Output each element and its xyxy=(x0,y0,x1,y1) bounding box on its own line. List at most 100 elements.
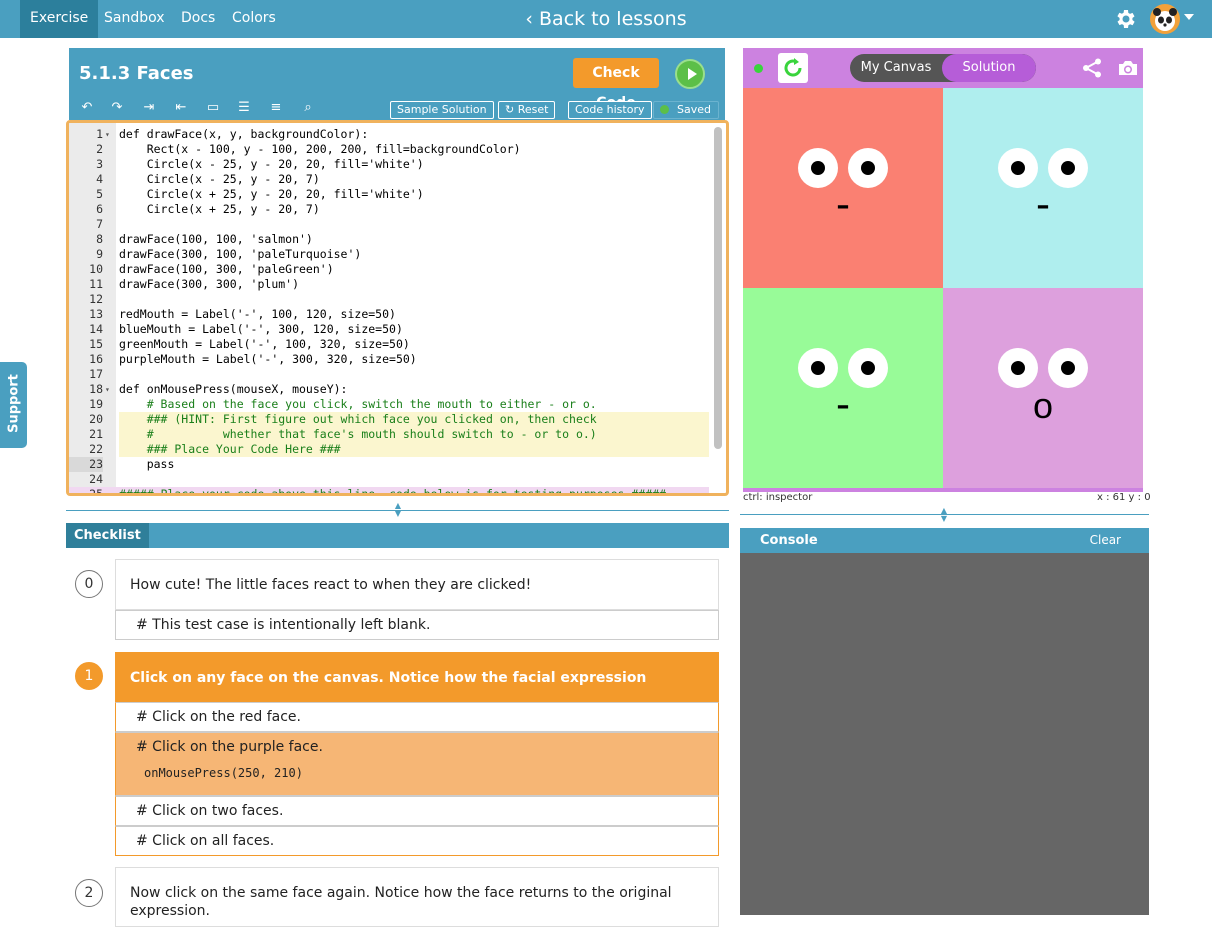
code-line[interactable]: 12 xyxy=(69,292,709,307)
code-editor[interactable]: 1 ▾ def drawFace(x, y, backgroundColor): 2 … xyxy=(66,120,729,496)
step-1-row-4[interactable]: # Click on all faces. xyxy=(115,826,719,856)
outdent-icon[interactable]: ⇤ xyxy=(173,101,189,115)
code-line[interactable]: 19 # Based on the face you click, switch… xyxy=(69,397,709,412)
line-number: 6 xyxy=(96,202,103,216)
code-line[interactable]: 4 Circle(x - 25, y - 20, 7) xyxy=(69,172,709,187)
step-1-row-2[interactable]: # Click on the purple face. onMousePress… xyxy=(115,732,719,796)
code-line[interactable]: 22 ### Place Your Code Here ### xyxy=(69,442,709,457)
search-icon[interactable]: ⌕ xyxy=(300,101,316,115)
line-number: 4 xyxy=(96,172,103,186)
format-icon[interactable]: ☰ xyxy=(236,101,252,115)
support-tab[interactable]: Support xyxy=(0,362,27,448)
step-1-title: Click on any face on the canvas. Notice … xyxy=(115,652,719,736)
fold-arrow-icon[interactable]: ▾ xyxy=(105,382,110,397)
code-text: purpleMouth = Label('-', 300, 320, size=… xyxy=(119,352,417,366)
fold-arrow-icon[interactable]: ▾ xyxy=(105,127,110,142)
console-title: Console xyxy=(760,533,818,548)
user-avatar[interactable] xyxy=(1150,4,1180,34)
code-text: Circle(x - 25, y - 20, 20, fill='white') xyxy=(119,157,424,171)
step-number-1: 1 xyxy=(75,662,103,690)
line-number: 23 xyxy=(69,457,103,472)
step-1-row-1[interactable]: # Click on the red face. xyxy=(115,702,719,732)
resize-handle-left[interactable]: ▲ ▼ xyxy=(393,502,403,518)
console-clear-button[interactable]: Clear xyxy=(1090,528,1121,553)
code-line[interactable]: 2 Rect(x - 100, y - 100, 200, 200, fill=… xyxy=(69,142,709,157)
indent-icon[interactable]: ⇥ xyxy=(141,101,157,115)
code-line[interactable]: 15 greenMouth = Label('-', 100, 320, size… xyxy=(69,337,709,352)
code-line[interactable]: 18 ▾ def onMousePress(mouseX, mouseY): xyxy=(69,382,709,397)
face-pupil xyxy=(1011,361,1025,375)
back-to-lessons-area: ‹ Back to lessons xyxy=(0,0,1212,38)
line-number: 1 xyxy=(96,127,103,141)
reset-label: Reset xyxy=(517,103,549,116)
code-line[interactable]: 11 drawFace(300, 300, 'plum') xyxy=(69,277,709,292)
run-button[interactable] xyxy=(675,59,705,89)
line-number: 11 xyxy=(89,277,103,291)
code-text: drawFace(300, 300, 'plum') xyxy=(119,277,300,291)
restart-icon xyxy=(784,58,802,77)
face-pupil xyxy=(811,361,825,375)
checklist-tab[interactable]: Checklist xyxy=(66,523,149,548)
code-line[interactable]: 20 ### (HINT: First figure out which fac… xyxy=(69,412,709,427)
my-canvas-tab[interactable]: My Canvas xyxy=(850,54,942,82)
output-canvas[interactable]: - - - o xyxy=(743,88,1143,488)
code-text: Rect(x - 100, y - 100, 200, 200, fill=ba… xyxy=(119,142,521,156)
step-1-row-3[interactable]: # Click on two faces. xyxy=(115,796,719,826)
code-line[interactable]: 23 pass xyxy=(69,457,709,472)
line-number: 16 xyxy=(89,352,103,366)
code-line[interactable]: 17 xyxy=(69,367,709,382)
camera-icon[interactable] xyxy=(1117,58,1139,78)
code-line[interactable]: 3 Circle(x - 25, y - 20, 20, fill='white… xyxy=(69,157,709,172)
inspector-hint: ctrl: inspector xyxy=(743,492,813,503)
code-history-button[interactable]: Code history xyxy=(568,101,652,119)
gear-icon[interactable] xyxy=(1113,7,1137,31)
saved-indicator: Saved xyxy=(653,101,719,119)
sample-solution-button[interactable]: Sample Solution xyxy=(390,101,494,119)
check-code-button[interactable]: Check Code xyxy=(573,58,659,111)
code-line[interactable]: 25 ##### Place your code above this line,… xyxy=(69,487,709,496)
restart-button[interactable] xyxy=(778,53,808,83)
code-line[interactable]: 16 purpleMouth = Label('-', 300, 320, siz… xyxy=(69,352,709,367)
line-number: 17 xyxy=(89,367,103,381)
face-mouth-label: o xyxy=(1033,385,1053,426)
line-number: 10 xyxy=(89,262,103,276)
code-line[interactable]: 9 drawFace(300, 100, 'paleTurquoise') xyxy=(69,247,709,262)
solution-tab[interactable]: Solution xyxy=(942,54,1036,82)
code-line[interactable]: 21 # whether that face's mouth should sw… xyxy=(69,427,709,442)
code-line[interactable]: 6 Circle(x + 25, y - 20, 7) xyxy=(69,202,709,217)
code-line[interactable]: 24 xyxy=(69,472,709,487)
console-output[interactable] xyxy=(740,553,1149,915)
code-line[interactable]: 1 ▾ def drawFace(x, y, backgroundColor): xyxy=(69,127,709,142)
step-1-row-2-label: # Click on the purple face. xyxy=(136,739,323,755)
code-line[interactable]: 13 redMouth = Label('-', 100, 120, size=5… xyxy=(69,307,709,322)
step-0-row-1[interactable]: # This test case is intentionally left b… xyxy=(115,610,719,640)
line-number: 15 xyxy=(89,337,103,351)
editor-scrollbar[interactable] xyxy=(714,127,722,449)
resize-handle-right[interactable]: ▲ ▼ xyxy=(939,507,949,523)
code-line[interactable]: 10 drawFace(100, 300, 'paleGreen') xyxy=(69,262,709,277)
redo-icon[interactable]: ↷ xyxy=(109,101,125,115)
line-number: 5 xyxy=(96,187,103,201)
code-line[interactable]: 7 xyxy=(69,217,709,232)
code-text: ### (HINT: First figure out which face y… xyxy=(119,412,709,427)
comment-icon[interactable]: ▭ xyxy=(205,101,221,115)
code-text: pass xyxy=(119,457,175,471)
back-to-lessons-link[interactable]: ‹ Back to lessons xyxy=(525,8,686,30)
reset-button[interactable]: ↻ Reset xyxy=(498,101,556,119)
face-mouth-label: - xyxy=(1036,180,1050,227)
support-label: Support xyxy=(6,374,22,433)
reformat-icon[interactable]: ≡ xyxy=(268,101,284,115)
share-icon[interactable] xyxy=(1081,58,1103,78)
canvas-view-toggle[interactable]: My Canvas Solution xyxy=(850,54,1036,82)
code-line[interactable]: 8 drawFace(100, 100, 'salmon') xyxy=(69,232,709,247)
editor-header: 5.1.3 Faces Check Code ↶ ↷ ⇥ ⇤ ▭ ☰ ≡ ⌕ S… xyxy=(69,48,725,120)
code-text: ##### Place your code above this line, c… xyxy=(119,487,666,496)
code-line[interactable]: 14 blueMouth = Label('-', 300, 120, size=… xyxy=(69,322,709,337)
code-line[interactable]: 5 Circle(x + 25, y - 20, 20, fill='white… xyxy=(69,187,709,202)
code-text: drawFace(300, 100, 'paleTurquoise') xyxy=(119,247,362,261)
step-2-title: Now click on the same face again. Notice… xyxy=(115,867,719,927)
undo-icon[interactable]: ↶ xyxy=(79,101,95,115)
code-text: blueMouth = Label('-', 300, 120, size=50… xyxy=(119,322,403,336)
face-pupil xyxy=(1061,361,1075,375)
chevron-down-icon[interactable] xyxy=(1184,14,1194,20)
